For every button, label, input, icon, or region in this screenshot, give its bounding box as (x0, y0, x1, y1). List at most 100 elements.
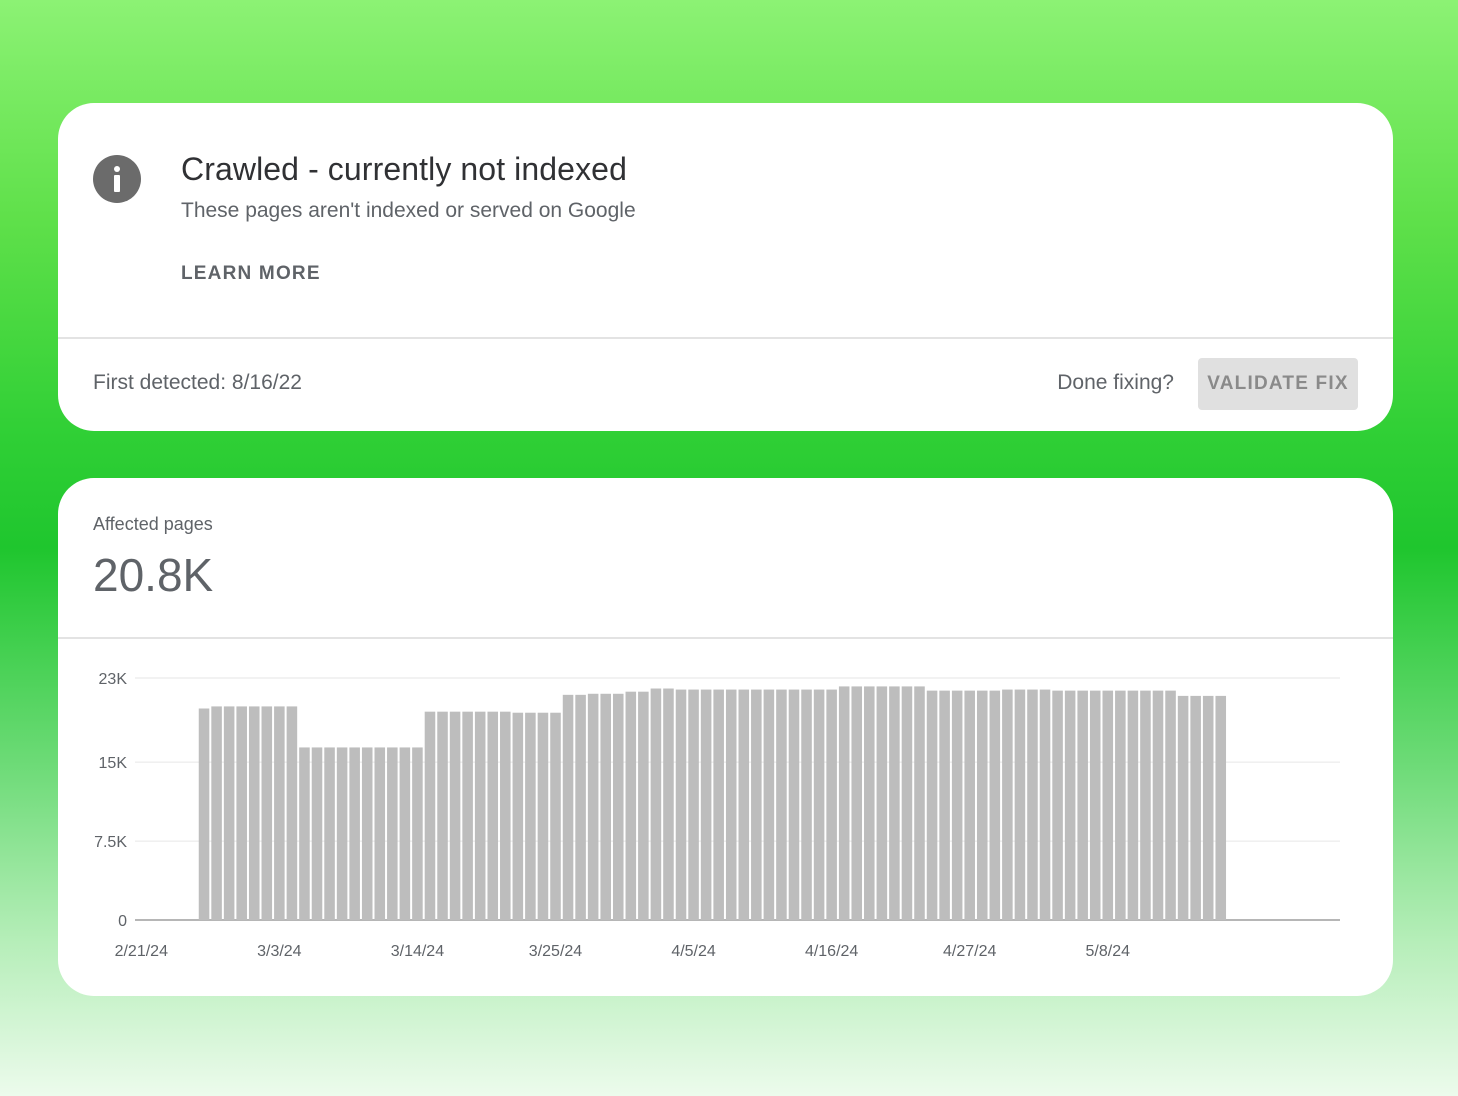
bar[interactable] (876, 686, 888, 920)
bar[interactable] (989, 690, 1001, 920)
bar[interactable] (424, 711, 436, 920)
bar[interactable] (600, 693, 611, 920)
x-tick-label: 4/16/24 (805, 943, 858, 960)
bar[interactable] (612, 693, 624, 920)
bar[interactable] (1202, 695, 1214, 920)
bar[interactable] (211, 706, 222, 920)
y-tick-label: 23K (99, 671, 128, 688)
bar[interactable] (713, 689, 724, 920)
bar[interactable] (914, 686, 925, 920)
bar[interactable] (587, 693, 599, 920)
bar[interactable] (1027, 689, 1038, 920)
x-tick-label: 4/27/24 (943, 943, 996, 960)
bar[interactable] (361, 747, 373, 920)
x-tick-label: 3/3/24 (257, 943, 302, 960)
bar[interactable] (650, 688, 662, 920)
x-tick-label: 4/5/24 (671, 943, 716, 960)
bar[interactable] (725, 689, 737, 920)
first-detected-text: First detected: 8/16/22 (93, 371, 302, 394)
bar[interactable] (675, 689, 687, 920)
bar[interactable] (274, 706, 285, 920)
bar[interactable] (1014, 689, 1026, 920)
bar[interactable] (349, 747, 360, 920)
bar[interactable] (512, 712, 524, 920)
bar[interactable] (700, 689, 712, 920)
bar[interactable] (1152, 690, 1164, 920)
bar[interactable] (575, 694, 586, 920)
bar[interactable] (838, 686, 850, 920)
issue-card: Crawled - currently not indexed These pa… (58, 103, 1393, 431)
bar[interactable] (851, 686, 863, 920)
bar[interactable] (500, 711, 511, 920)
bar[interactable] (449, 711, 461, 920)
bar[interactable] (1077, 690, 1088, 920)
affected-pages-card: Affected pages 20.8K 0 7.5K 15K 23K 2/21/24 3… (58, 478, 1393, 996)
bar[interactable] (964, 690, 975, 920)
bar[interactable] (412, 747, 423, 920)
bar[interactable] (951, 690, 963, 920)
bar[interactable] (926, 690, 938, 920)
validate-fix-button[interactable]: VALIDATE FIX (1198, 358, 1358, 410)
bar[interactable] (550, 712, 561, 920)
bar[interactable] (286, 706, 298, 920)
affected-pages-chart: 0 7.5K 15K 23K 2/21/24 3/3/24 3/14/24 3/25/24 4/… (94, 671, 1340, 960)
bar[interactable] (1190, 695, 1201, 920)
bar[interactable] (487, 711, 499, 920)
bar[interactable] (638, 691, 649, 920)
bar[interactable] (763, 689, 775, 920)
bar[interactable] (236, 706, 247, 920)
bar[interactable] (738, 689, 750, 920)
bar[interactable] (976, 690, 988, 920)
bar[interactable] (525, 712, 536, 920)
bar[interactable] (474, 711, 486, 920)
bar[interactable] (1140, 690, 1151, 920)
bar[interactable] (776, 689, 787, 920)
issue-title: Crawled - currently not indexed (181, 151, 627, 187)
x-tick-label: 5/8/24 (1086, 943, 1131, 960)
bar[interactable] (1115, 690, 1126, 920)
bar[interactable] (537, 712, 549, 920)
x-tick-label: 3/14/24 (391, 943, 444, 960)
bar[interactable] (562, 694, 574, 920)
bar[interactable] (223, 706, 235, 920)
x-tick-label: 3/25/24 (529, 943, 582, 960)
bar[interactable] (788, 689, 800, 920)
bar[interactable] (437, 711, 448, 920)
bar[interactable] (1127, 690, 1139, 920)
bar[interactable] (663, 688, 674, 920)
bar[interactable] (1052, 690, 1063, 920)
learn-more-link[interactable]: LEARN MORE (181, 263, 321, 285)
bar[interactable] (813, 689, 825, 920)
bar[interactable] (751, 689, 762, 920)
y-tick-label: 7.5K (94, 834, 127, 851)
bar[interactable] (387, 747, 398, 920)
bar[interactable] (1039, 689, 1051, 920)
x-tick-label: 2/21/24 (115, 943, 168, 960)
bar[interactable] (901, 686, 913, 920)
bar[interactable] (336, 747, 348, 920)
bar[interactable] (688, 689, 699, 920)
bar[interactable] (826, 689, 837, 920)
bar[interactable] (1102, 690, 1114, 920)
bar[interactable] (1064, 690, 1076, 920)
info-icon (93, 155, 141, 203)
bar[interactable] (261, 706, 273, 920)
bar[interactable] (939, 690, 950, 920)
bar[interactable] (324, 747, 335, 920)
bar[interactable] (889, 686, 900, 920)
bar[interactable] (198, 708, 210, 920)
bar[interactable] (625, 691, 637, 920)
bar[interactable] (311, 747, 323, 920)
bar[interactable] (801, 689, 812, 920)
bar[interactable] (1215, 695, 1227, 920)
bar[interactable] (374, 747, 386, 920)
bar[interactable] (299, 747, 310, 920)
bar[interactable] (1177, 695, 1189, 920)
bar[interactable] (1165, 690, 1176, 920)
bar[interactable] (462, 711, 473, 920)
bar[interactable] (1002, 689, 1013, 920)
bar[interactable] (399, 747, 411, 920)
bar[interactable] (248, 706, 260, 920)
bar[interactable] (1089, 690, 1101, 920)
bar[interactable] (864, 686, 875, 920)
